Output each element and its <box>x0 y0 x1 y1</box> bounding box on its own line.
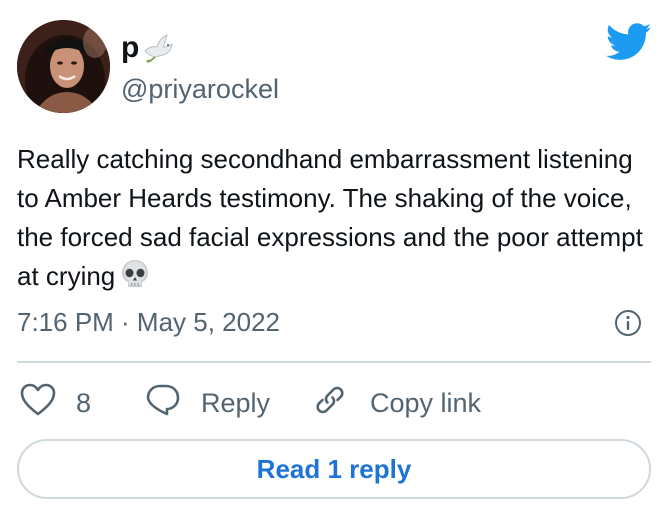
tweet-card: p @priyarockel Really catching secondhan… <box>0 0 668 514</box>
copy-link-label: Copy link <box>370 387 482 418</box>
author-name-text: p <box>121 31 140 64</box>
like-button[interactable]: 8 <box>20 383 91 423</box>
author-display-name[interactable]: p <box>121 30 175 66</box>
link-icon <box>312 382 348 425</box>
tweet-body: Really catching secondhand embarrassment… <box>17 144 643 291</box>
skull-icon <box>119 258 151 290</box>
twitter-bird-icon[interactable] <box>605 23 652 61</box>
reply-label: Reply <box>201 387 271 418</box>
copy-link-button[interactable]: Copy link <box>312 383 481 423</box>
info-icon[interactable] <box>614 309 642 337</box>
author-handle[interactable]: @priyarockel <box>121 73 279 105</box>
heart-icon <box>20 383 56 424</box>
tweet-text: Really catching secondhand embarrassment… <box>17 140 657 296</box>
reply-button[interactable]: Reply <box>145 383 270 423</box>
read-replies-button[interactable]: Read 1 reply <box>17 439 651 499</box>
reply-bubble-icon <box>145 383 181 424</box>
avatar[interactable] <box>17 20 110 113</box>
like-count: 8 <box>76 387 92 418</box>
dove-icon <box>141 31 175 65</box>
tweet-timestamp[interactable]: 7:16 PM · May 5, 2022 <box>17 306 280 338</box>
divider <box>17 361 651 363</box>
